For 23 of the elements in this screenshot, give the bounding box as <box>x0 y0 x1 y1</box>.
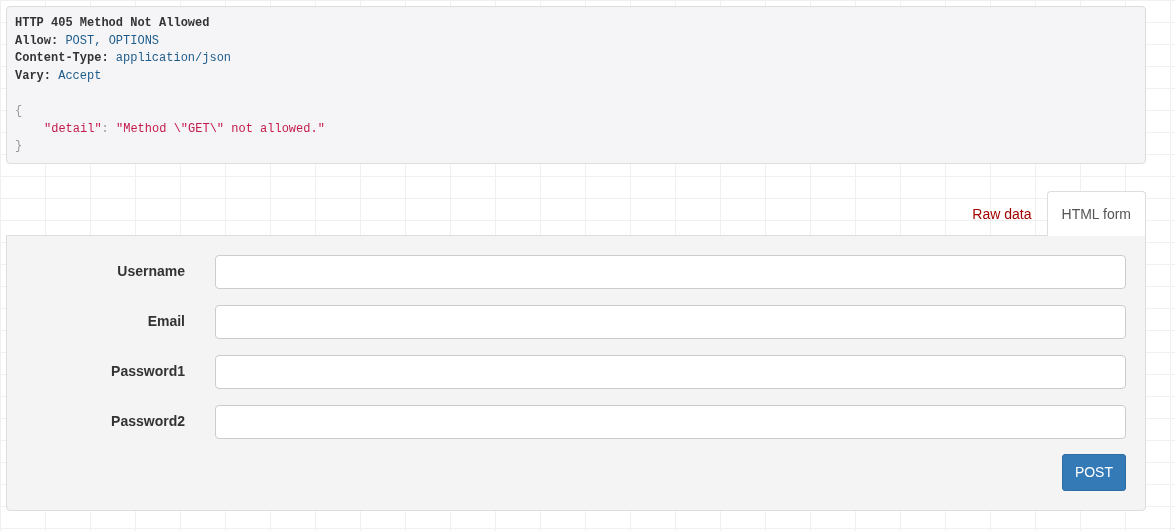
input-field[interactable] <box>215 354 1126 389</box>
json-value: "Method \"GET\" not allowed." <box>116 121 325 136</box>
header-name: Allow: <box>15 33 59 48</box>
tab[interactable]: Raw data <box>957 190 1047 236</box>
input-field[interactable] <box>215 304 1126 339</box>
input-field[interactable] <box>215 404 1126 439</box>
tab[interactable]: HTML form <box>1046 190 1146 236</box>
header-value: application/json <box>115 51 232 66</box>
json-colon: : <box>101 121 109 136</box>
field-label: Email <box>146 312 186 332</box>
header-value: POST, OPTIONS <box>65 33 160 48</box>
status-line: HTTP 405 Method Not Allowed <box>15 16 210 30</box>
input-field[interactable] <box>215 254 1126 289</box>
post-button[interactable]: POST <box>1061 453 1126 491</box>
header-name: Vary: <box>15 68 51 83</box>
field-label: Username <box>116 262 186 282</box>
json-key: "detail" <box>44 121 102 136</box>
header-name: Content-Type: <box>15 51 109 66</box>
json-brace: } <box>15 139 23 154</box>
field-label: Password2 <box>110 412 186 432</box>
json-brace: { <box>15 103 23 118</box>
field-label: Password1 <box>110 362 186 382</box>
header-value: Accept <box>58 68 102 83</box>
